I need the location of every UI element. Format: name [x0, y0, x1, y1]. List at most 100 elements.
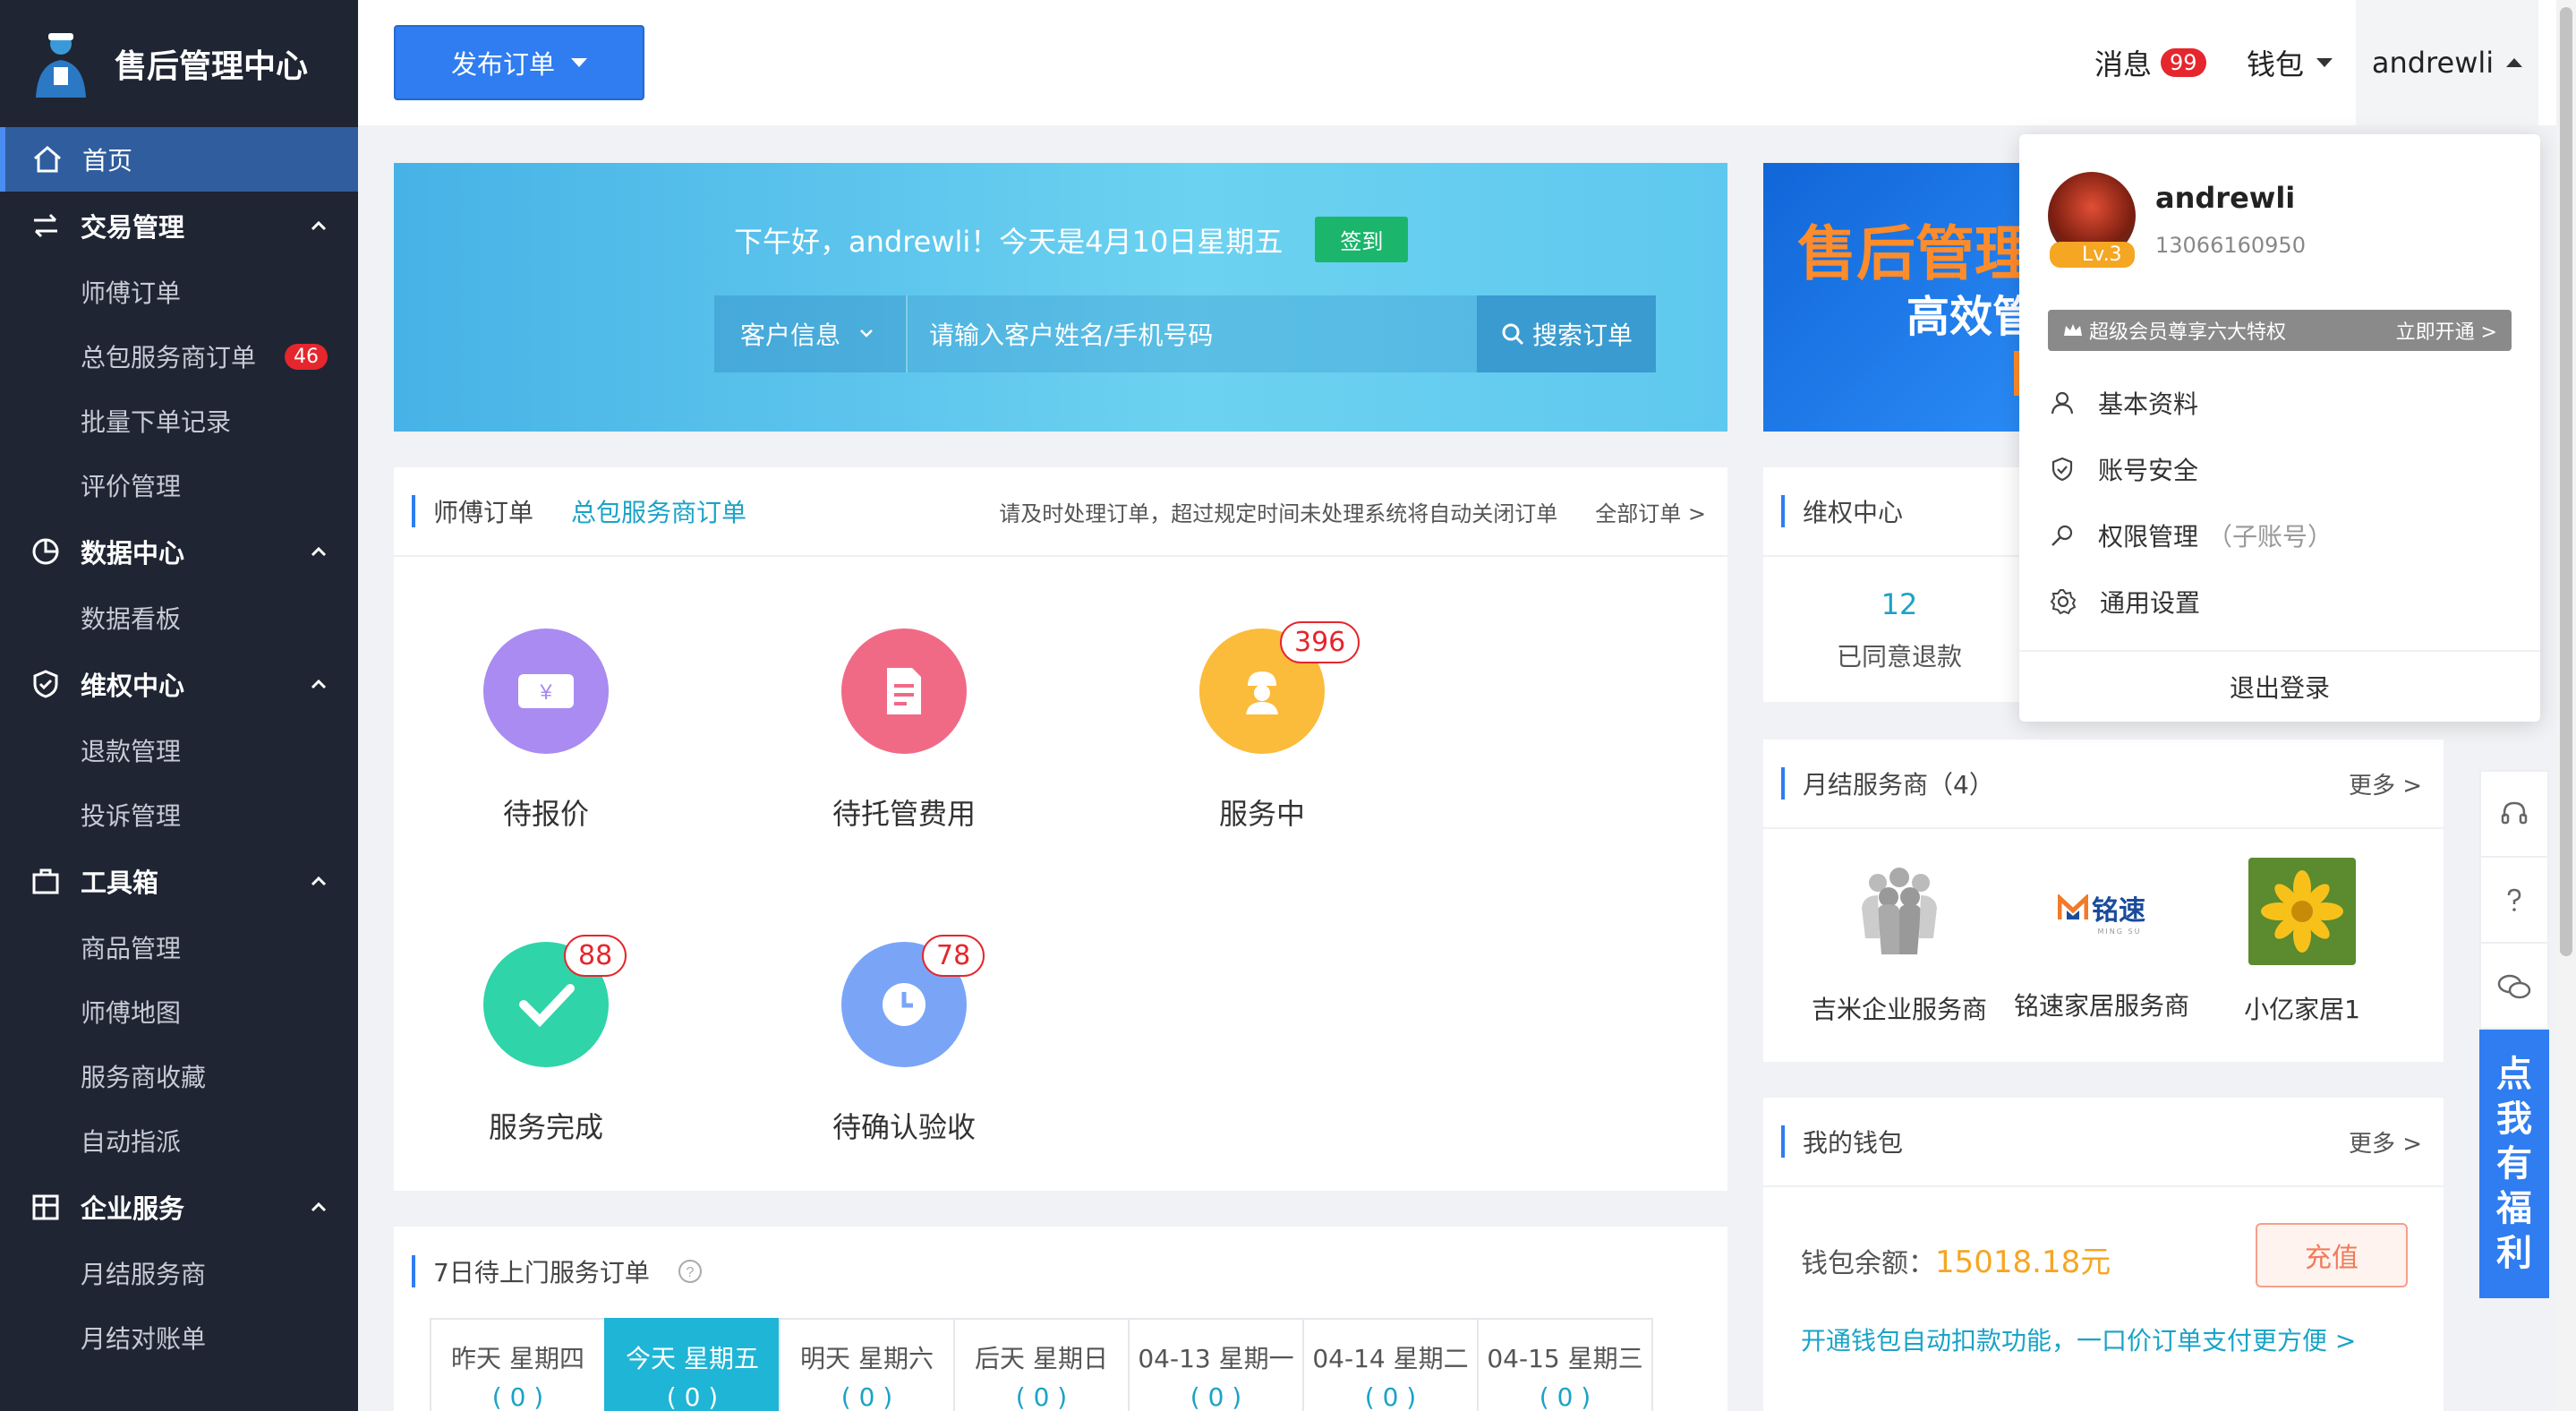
provider-item[interactable]: 铭速 MING SU 铭速家居服务商	[1994, 858, 2209, 1022]
sidebar-item-label: 投诉管理	[81, 801, 182, 831]
chevron-up-icon	[311, 876, 327, 886]
orders-card: 师傅订单 总包服务商订单 请及时处理订单，超过规定时间未处理系统将自动关闭订单 …	[394, 467, 1727, 1191]
scrollbar-thumb[interactable]	[2560, 7, 2572, 956]
sidebar-item-contractor-orders[interactable]: 总包服务商订单 46	[0, 324, 358, 389]
tile-pending-quote[interactable]: ¥ 待报价	[430, 629, 662, 833]
sidebar-item-auto-assign[interactable]: 自动指派	[0, 1108, 358, 1173]
messages-link[interactable]: 消息 99	[2094, 0, 2206, 125]
search-category-label: 客户信息	[739, 321, 840, 350]
gear-icon	[2050, 589, 2077, 615]
sidebar-item-batch-records[interactable]: 批量下单记录	[0, 389, 358, 453]
headset-button[interactable]	[2481, 772, 2547, 858]
help-button[interactable]	[2481, 858, 2547, 944]
sidebar-group-trade[interactable]: 交易管理	[0, 192, 358, 260]
sidebar-item-home[interactable]: 首页	[0, 127, 358, 192]
provider-logo-subtext: MING SU	[2097, 927, 2142, 936]
sidebar-item-label: 评价管理	[81, 472, 182, 501]
provider-item[interactable]: 小亿家居1	[2195, 858, 2410, 1026]
tile-label: 待确认验收	[832, 1110, 976, 1144]
greeting: 下午好，andrewli！今天是4月10日星期五 签到	[734, 217, 1409, 262]
group-people-icon	[1862, 868, 1937, 954]
search-category-select[interactable]: 客户信息	[714, 295, 906, 372]
promo-banner[interactable]: 售后管理 高效管	[1763, 163, 2023, 432]
messages-badge: 99	[2161, 48, 2206, 77]
sidebar-item-favorites[interactable]: 服务商收藏	[0, 1044, 358, 1108]
chevron-up-icon	[311, 1201, 327, 1212]
wallet-menu[interactable]: 钱包	[2247, 0, 2333, 125]
day-tab[interactable]: 今天 星期五 ( 0 )	[604, 1318, 780, 1411]
tile-pending-acceptance[interactable]: 78 待确认验收	[788, 935, 1020, 1146]
menu-item-security[interactable]: 账号安全	[2050, 451, 2198, 487]
question-icon	[2507, 888, 2521, 911]
sidebar-group-toolbox[interactable]: 工具箱	[0, 847, 358, 915]
menu-item-permissions[interactable]: 权限管理 （子账号）	[2050, 517, 2333, 553]
tile-pending-escrow[interactable]: 待托管费用	[788, 629, 1020, 833]
tile-in-service[interactable]: 396 服务中	[1146, 621, 1378, 833]
sidebar-group-rights[interactable]: 维权中心	[0, 650, 358, 718]
welcome-banner: 下午好，andrewli！今天是4月10日星期五 签到 客户信息 请输入客户姓名…	[394, 163, 1727, 432]
provider-name: 吉米企业服务商	[1811, 995, 1987, 1024]
tile-label: 待托管费用	[832, 797, 976, 831]
day-label: 后天 星期日	[975, 1344, 1108, 1373]
vip-open-link[interactable]: 立即开通 >	[2396, 316, 2497, 345]
sidebar-item-master-orders[interactable]: 师傅订单	[0, 260, 358, 324]
svg-text:¥: ¥	[539, 680, 552, 705]
balance-label: 钱包余额：	[1801, 1248, 1935, 1279]
day-tab[interactable]: 04-13 星期一 ( 0 )	[1128, 1318, 1304, 1411]
page-scrollbar[interactable]	[2556, 0, 2576, 1411]
wechat-button[interactable]	[2481, 944, 2547, 1030]
tab-master-orders[interactable]: 师傅订单	[433, 493, 533, 529]
monthly-more-link[interactable]: 更多 >	[2349, 767, 2422, 800]
sidebar-item-products[interactable]: 商品管理	[0, 915, 358, 979]
wallet-more-link[interactable]: 更多 >	[2349, 1125, 2422, 1159]
sidebar-item-master-map[interactable]: 师傅地图	[0, 979, 358, 1044]
user-icon	[2051, 391, 2074, 415]
sidebar-item-complaints[interactable]: 投诉管理	[0, 782, 358, 847]
all-orders-link[interactable]: 全部订单 >	[1595, 496, 1706, 527]
floating-toolbar	[2479, 770, 2549, 1030]
signin-button[interactable]: 签到	[1315, 217, 1409, 262]
sidebar-item-label: 自动指派	[81, 1127, 182, 1157]
day-tab[interactable]: 昨天 星期四 ( 0 )	[430, 1318, 606, 1411]
sidebar-group-data[interactable]: 数据中心	[0, 517, 358, 586]
menu-item-profile[interactable]: 基本资料	[2050, 385, 2198, 421]
day-tab[interactable]: 04-15 星期三 ( 0 )	[1477, 1318, 1653, 1411]
day-tab[interactable]: 后天 星期日 ( 0 )	[953, 1318, 1130, 1411]
sidebar-item-dashboard[interactable]: 数据看板	[0, 586, 358, 650]
search-input[interactable]: 请输入客户姓名/手机号码	[906, 295, 1477, 372]
wallet-label: 钱包	[2247, 47, 2305, 81]
sidebar-item-refunds[interactable]: 退款管理	[0, 718, 358, 782]
help-icon[interactable]: ?	[677, 1258, 704, 1285]
brand: 售后管理中心	[0, 0, 358, 127]
publish-order-button[interactable]: 发布订单	[394, 25, 644, 100]
sidebar-group-enterprise[interactable]: 企业服务	[0, 1173, 358, 1241]
seven-day-orders-card: 7日待上门服务订单 ? 昨天 星期四 ( 0 ) 今天 星期五 ( 0 ) 明天 星…	[394, 1227, 1727, 1411]
welfare-char: 利	[2496, 1233, 2532, 1274]
dropdown-user-name: andrewli	[2155, 181, 2296, 215]
my-wallet-card: 我的钱包 更多 > 钱包余额：15018.18元 充值 开通钱包自动扣款功能，一…	[1763, 1098, 2444, 1411]
mingsu-logo: 铭速 MING SU	[2048, 858, 2155, 965]
day-count: ( 0 )	[1539, 1382, 1591, 1411]
provider-item[interactable]: 吉米企业服务商	[1792, 858, 2007, 1026]
user-menu[interactable]: andrewli	[2356, 0, 2538, 125]
sidebar-item-monthly-statements[interactable]: 月结对账单	[0, 1305, 358, 1370]
sidebar-item-reviews[interactable]: 评价管理	[0, 453, 358, 517]
stat-agreed-refunds[interactable]: 12 已同意退款	[1810, 587, 1989, 673]
day-count: ( 0 )	[1190, 1382, 1242, 1411]
tile-service-complete[interactable]: 88 服务完成	[430, 935, 662, 1146]
sidebar-item-monthly-providers[interactable]: 月结服务商	[0, 1241, 358, 1305]
autopay-link[interactable]: 开通钱包自动扣款功能，一口价订单支付更方便 >	[1801, 1321, 2356, 1357]
tab-contractor-orders[interactable]: 总包服务商订单	[571, 493, 746, 529]
search-orders-button[interactable]: 搜索订单	[1477, 295, 1656, 372]
menu-item-settings[interactable]: 通用设置	[2050, 584, 2200, 620]
recharge-button[interactable]: 充值	[2256, 1223, 2408, 1287]
welfare-button[interactable]: 点 我 有 福 利	[2479, 1030, 2549, 1298]
vip-banner[interactable]: 超级会员尊享六大特权 立即开通 >	[2048, 310, 2512, 351]
sidebar-item-label: 批量下单记录	[81, 407, 232, 437]
tile-label: 服务完成	[488, 1110, 603, 1144]
wechat-icon	[2497, 974, 2531, 999]
day-tab[interactable]: 明天 星期六 ( 0 )	[779, 1318, 955, 1411]
logout-button[interactable]: 退出登录	[2019, 652, 2540, 722]
day-tab[interactable]: 04-14 星期二 ( 0 )	[1302, 1318, 1479, 1411]
messages-label: 消息	[2094, 47, 2153, 81]
